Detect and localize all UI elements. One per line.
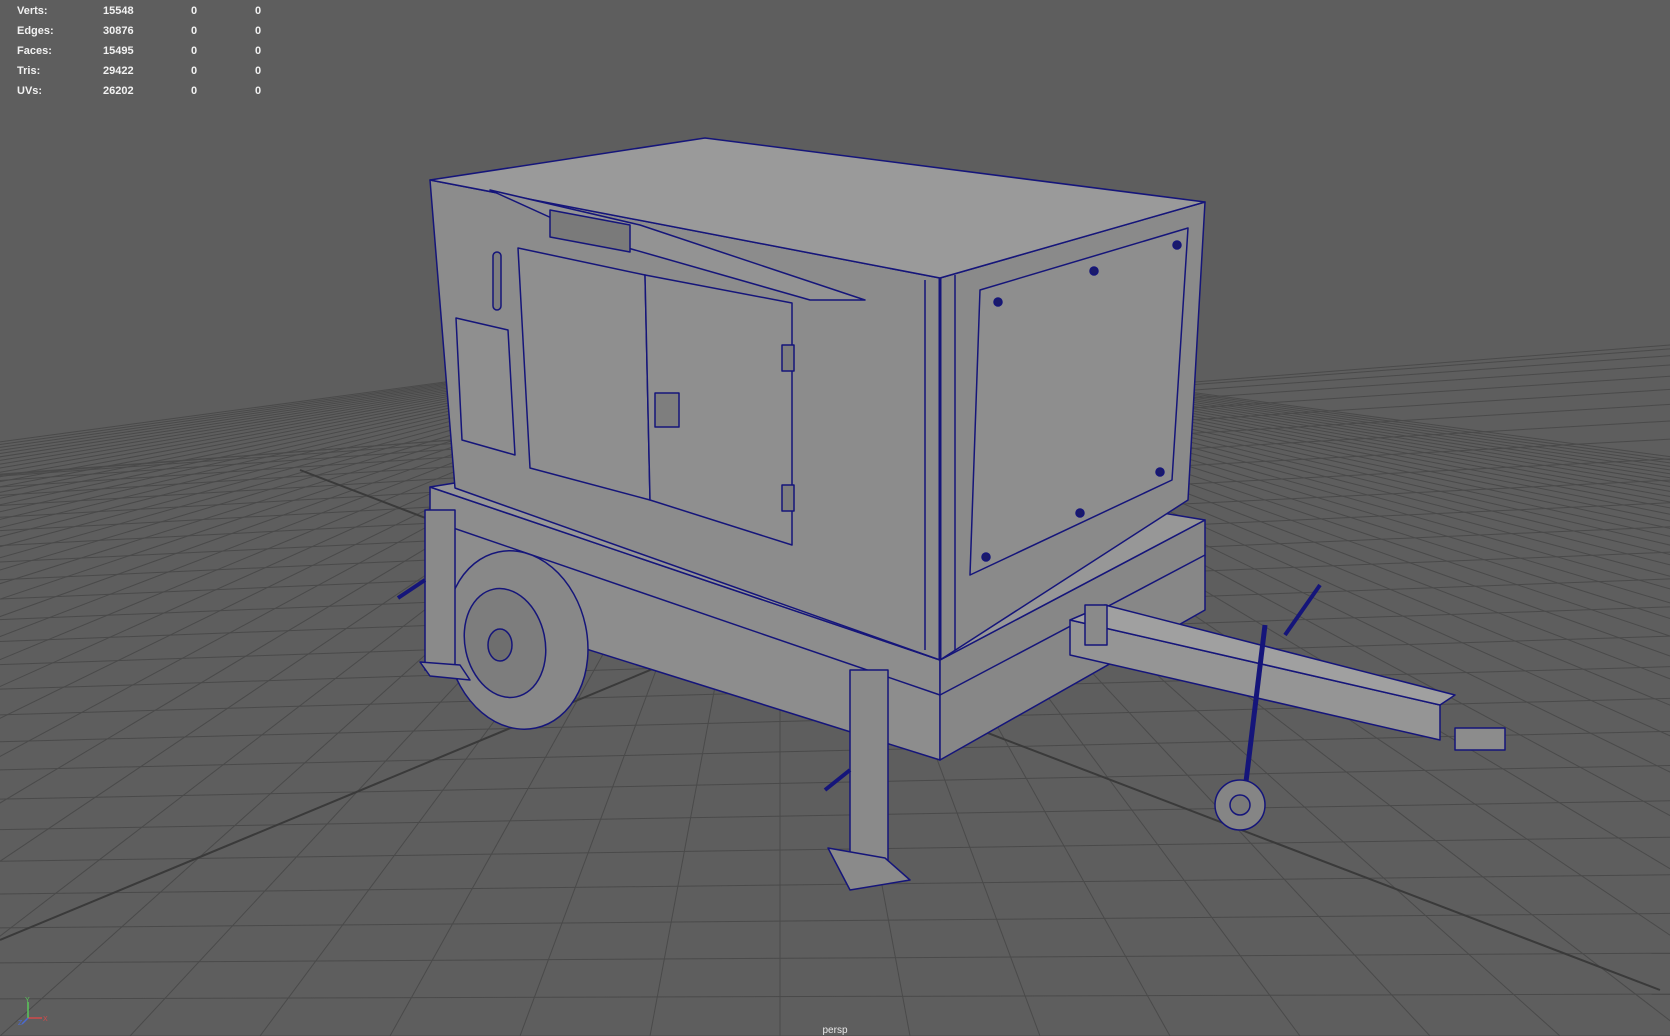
panel-bolt [1089,266,1099,276]
hud-row-verts: Verts: 15548 0 0 [17,1,297,21]
hud-total: 29422 [103,65,134,77]
tow-bar-clamp [1084,604,1108,646]
door-latch [654,392,680,428]
grid-line [0,993,1670,1000]
panel-bolt [981,552,991,562]
hud-total: 15495 [103,45,134,57]
grid-line [0,730,1670,771]
y-axis-label: Y [25,997,30,1004]
side-hatch [455,317,516,456]
camera-name-label: persp [822,1025,848,1036]
hud-component: 0 [255,45,262,57]
panel-bolt [1172,240,1182,250]
grid-line [0,952,1670,964]
hud-component: 0 [255,65,262,77]
hud-component: 0 [255,5,262,17]
side-door-left [517,247,651,501]
hud-row-tris: Tris: 29422 0 0 [17,61,297,81]
panel-bolt [1155,467,1165,477]
hud-component: 0 [255,85,262,97]
door-hinge [781,484,795,512]
jockey-hub [1229,794,1251,816]
grid-line [0,874,1670,895]
hud-row-faces: Faces: 15495 0 0 [17,41,297,61]
hud-label: Edges: [17,25,54,37]
hud-total: 15548 [103,5,134,17]
hud-label: Tris: [17,65,41,77]
panel-bolt [1075,508,1085,518]
grid-line [0,800,1670,831]
rear-leg-crank [396,578,427,600]
panel-bolt [993,297,1003,307]
front-stabilizer-leg [849,669,889,876]
hud-selected: 0 [191,85,198,97]
hitch-coupler [1454,727,1506,751]
hud-label: Verts: [17,5,48,17]
hud-selected: 0 [191,45,198,57]
hud-label: Faces: [17,45,52,57]
main-wheel-hub [487,628,513,662]
door-hinge [781,344,795,372]
door-handle [492,251,502,311]
hud-selected: 0 [191,5,198,17]
front-leg-crank [823,768,852,792]
hud-row-uvs: UVs: 26202 0 0 [17,81,297,101]
hud-selected: 0 [191,65,198,77]
hud-total: 26202 [103,85,134,97]
grid-line [0,912,1670,929]
rear-stabilizer-leg [424,509,456,671]
hud-component: 0 [255,25,262,37]
hud-total: 30876 [103,25,134,37]
hud-label: UVs: [17,85,43,97]
z-axis-icon [21,1017,29,1025]
hud-selected: 0 [191,25,198,37]
3d-viewport[interactable]: Verts: 15548 0 0 Edges: 30876 0 0 Faces:… [0,0,1670,1036]
poly-count-hud: Verts: 15548 0 0 Edges: 30876 0 0 Faces:… [17,1,297,101]
hud-row-edges: Edges: 30876 0 0 [17,21,297,41]
x-axis-label: X [43,1016,48,1023]
perspective-scene[interactable] [0,0,1670,1036]
view-axis-gizmo: Y X Z [18,997,48,1026]
